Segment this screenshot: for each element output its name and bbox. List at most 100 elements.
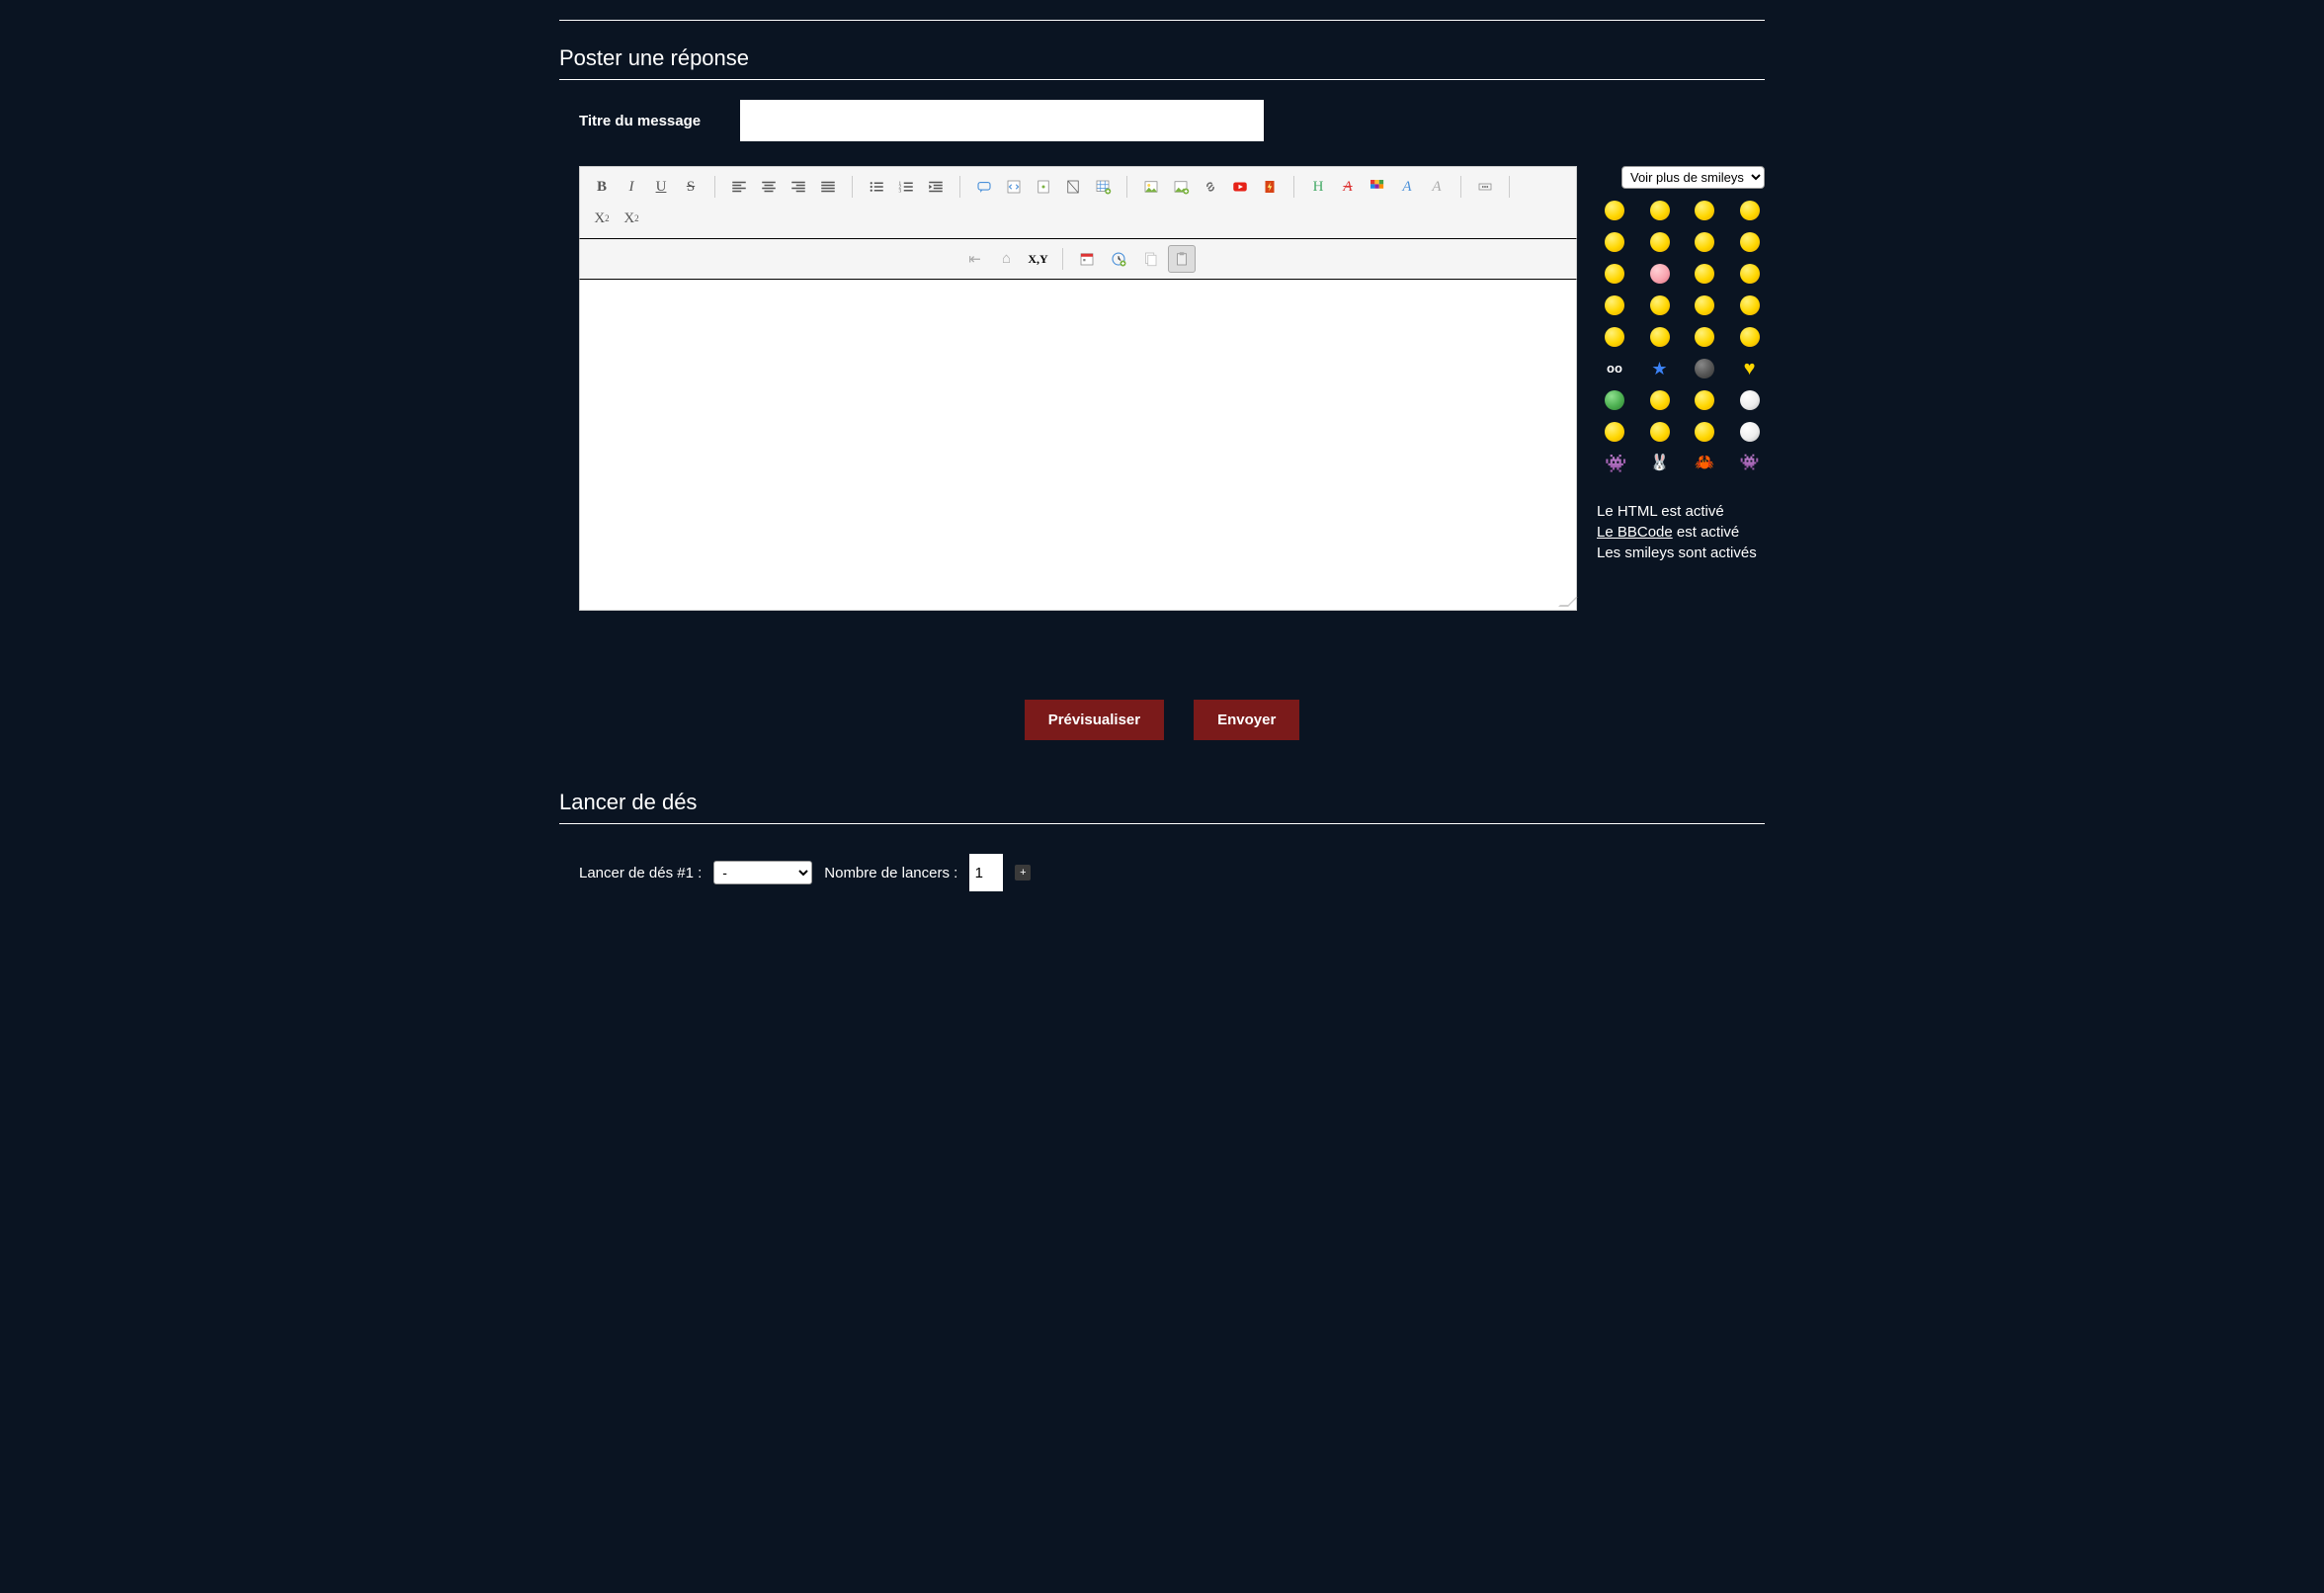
smiley-dizzy[interactable] bbox=[1695, 390, 1714, 410]
status-lines: Le HTML est activé Le BBCode est activé … bbox=[1597, 503, 1765, 561]
align-right-icon[interactable] bbox=[785, 173, 812, 201]
throws-label: Nombre de lancers : bbox=[824, 865, 957, 881]
send-button[interactable]: Envoyer bbox=[1194, 700, 1299, 740]
throws-input[interactable] bbox=[969, 854, 1003, 891]
smiley-neutral[interactable] bbox=[1695, 327, 1714, 347]
dice-heading: Lancer de dés bbox=[559, 790, 1765, 815]
title-input[interactable] bbox=[740, 100, 1264, 141]
smiley-cry[interactable] bbox=[1695, 264, 1714, 284]
dice-label: Lancer de dés #1 : bbox=[579, 865, 702, 881]
section-rule bbox=[559, 823, 1765, 824]
youtube-icon[interactable] bbox=[1226, 173, 1254, 201]
remove-format-icon[interactable]: A bbox=[1334, 173, 1362, 201]
smiley-sick[interactable] bbox=[1605, 390, 1624, 410]
editor-toolbar: B I U S 123 bbox=[579, 166, 1577, 239]
smiley-heart[interactable]: ♥ bbox=[1740, 359, 1760, 378]
smiley-scared[interactable] bbox=[1740, 422, 1760, 442]
italic-icon[interactable]: I bbox=[618, 173, 645, 201]
table-icon[interactable] bbox=[1089, 173, 1117, 201]
smiley-sad[interactable] bbox=[1695, 201, 1714, 220]
editor-body bbox=[579, 280, 1577, 611]
superscript-icon[interactable]: X2 bbox=[618, 205, 645, 232]
smiley-alien[interactable]: 👾 bbox=[1605, 454, 1624, 473]
title-label: Titre du message bbox=[579, 113, 701, 129]
smiley-smile[interactable] bbox=[1650, 201, 1670, 220]
smiley-shocked[interactable] bbox=[1605, 232, 1624, 252]
smiley-think[interactable] bbox=[1695, 422, 1714, 442]
date-icon[interactable] bbox=[1073, 245, 1101, 273]
smiley-invader[interactable]: 👾 bbox=[1740, 454, 1760, 473]
section-rule bbox=[559, 79, 1765, 80]
smiley-clown[interactable] bbox=[1740, 390, 1760, 410]
bold-icon[interactable]: B bbox=[588, 173, 616, 201]
ordered-list-icon[interactable]: 123 bbox=[892, 173, 920, 201]
toolbar-separator bbox=[1126, 176, 1127, 198]
bbcode-link[interactable]: Le BBCode bbox=[1597, 524, 1673, 541]
flash-icon[interactable] bbox=[1256, 173, 1284, 201]
smiley-idea[interactable] bbox=[1650, 327, 1670, 347]
smiley-suspect[interactable]: oo bbox=[1605, 359, 1624, 378]
smiley-blush[interactable] bbox=[1650, 422, 1670, 442]
dice-select[interactable]: - bbox=[713, 861, 812, 884]
quote-icon[interactable] bbox=[970, 173, 998, 201]
toolbar-separator bbox=[1062, 248, 1063, 270]
editor-toolbar-row2: ⇤ ⌂ X,Y bbox=[579, 239, 1577, 280]
underline-icon[interactable]: U bbox=[647, 173, 675, 201]
image-icon[interactable] bbox=[1137, 173, 1165, 201]
smiley-target[interactable] bbox=[1650, 390, 1670, 410]
rand-icon[interactable]: X,Y bbox=[1025, 245, 1052, 273]
hide-icon[interactable] bbox=[1059, 173, 1087, 201]
smiley-plain[interactable] bbox=[1740, 327, 1760, 347]
status-smileys: Les smileys sont activés bbox=[1597, 545, 1765, 561]
editor-textarea[interactable] bbox=[580, 280, 1576, 610]
smiley-wink[interactable] bbox=[1605, 422, 1624, 442]
smiley-grid: oo ★ ♥ 👾 🐰 🦀 👾 bbox=[1597, 201, 1765, 473]
color-palette-icon[interactable] bbox=[1364, 173, 1391, 201]
smiley-crab[interactable]: 🦀 bbox=[1695, 454, 1714, 473]
time-icon[interactable] bbox=[1105, 245, 1132, 273]
subscript-icon[interactable]: X2 bbox=[588, 205, 616, 232]
smiley-bunny[interactable]: 🐰 bbox=[1650, 454, 1670, 473]
code-icon[interactable] bbox=[1000, 173, 1028, 201]
scroll-up-icon[interactable]: ⌂ bbox=[993, 245, 1021, 273]
smiley-cool[interactable] bbox=[1650, 232, 1670, 252]
smiley-laugh[interactable] bbox=[1695, 232, 1714, 252]
top-rule bbox=[559, 20, 1765, 21]
link-icon[interactable] bbox=[1197, 173, 1224, 201]
paste-icon[interactable] bbox=[1168, 245, 1196, 273]
header-icon[interactable]: H bbox=[1304, 173, 1332, 201]
copy-icon[interactable] bbox=[1136, 245, 1164, 273]
smiley-exclaim[interactable] bbox=[1740, 295, 1760, 315]
align-justify-icon[interactable] bbox=[814, 173, 842, 201]
more-smileys-select[interactable]: Voir plus de smileys bbox=[1621, 166, 1765, 189]
rewind-icon[interactable]: ⇤ bbox=[961, 245, 989, 273]
smiley-razz[interactable] bbox=[1605, 264, 1624, 284]
smiley-rolleyes[interactable] bbox=[1695, 295, 1714, 315]
preview-button[interactable]: Prévisualiser bbox=[1025, 700, 1164, 740]
svg-text:3: 3 bbox=[899, 188, 902, 194]
smiley-grin[interactable] bbox=[1605, 201, 1624, 220]
smiley-ninja[interactable] bbox=[1695, 359, 1714, 378]
smiley-star[interactable]: ★ bbox=[1650, 359, 1670, 378]
font-size-icon[interactable]: A bbox=[1423, 173, 1451, 201]
smiley-embarrassed[interactable] bbox=[1650, 264, 1670, 284]
smiley-twisted[interactable] bbox=[1605, 295, 1624, 315]
image-host-icon[interactable] bbox=[1167, 173, 1195, 201]
more-icon[interactable] bbox=[1471, 173, 1499, 201]
smiley-surprised[interactable] bbox=[1740, 201, 1760, 220]
smiley-glasses[interactable] bbox=[1650, 295, 1670, 315]
smiley-mad[interactable] bbox=[1740, 232, 1760, 252]
toolbar-separator bbox=[959, 176, 960, 198]
spoiler-icon[interactable] bbox=[1030, 173, 1057, 201]
strike-icon[interactable]: S bbox=[677, 173, 705, 201]
resize-grip[interactable] bbox=[1561, 595, 1573, 607]
smiley-evil[interactable] bbox=[1740, 264, 1760, 284]
outdent-icon[interactable] bbox=[922, 173, 950, 201]
add-dice-button[interactable]: + bbox=[1015, 865, 1031, 880]
unordered-list-icon[interactable] bbox=[863, 173, 890, 201]
align-left-icon[interactable] bbox=[725, 173, 753, 201]
post-reply-heading: Poster une réponse bbox=[559, 45, 1765, 71]
align-center-icon[interactable] bbox=[755, 173, 783, 201]
smiley-question[interactable] bbox=[1605, 327, 1624, 347]
font-icon[interactable]: A bbox=[1393, 173, 1421, 201]
